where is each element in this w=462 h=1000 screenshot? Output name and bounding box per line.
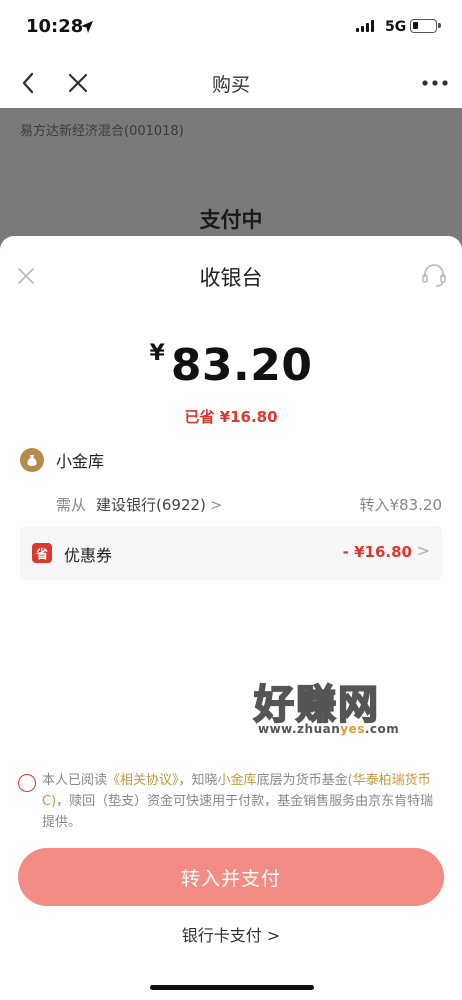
status-time: 10:28: [26, 16, 84, 37]
signal-icon: [356, 20, 374, 32]
saved-amount: 已省 ¥16.80: [184, 408, 278, 426]
transfer-prefix: 需从: [56, 496, 87, 514]
coupon-badge-icon: 省: [32, 543, 52, 563]
watermark-url: www.zhuanyes.com: [258, 722, 400, 736]
status-bar: 10:28 5G: [0, 0, 462, 58]
wallet-row[interactable]: 小金库: [20, 448, 104, 472]
agreement-link[interactable]: 《相关协议》: [107, 773, 179, 788]
coupon-discount: - ¥16.80: [342, 543, 412, 561]
payment-status: 支付中: [199, 208, 263, 232]
home-indicator[interactable]: [150, 985, 314, 990]
payment-amount: ¥83.20: [0, 340, 462, 391]
chevron-right-icon: >: [209, 496, 223, 514]
bank-card-name: 建设银行(6922): [96, 496, 206, 514]
checkout-sheet: 收银台 ¥83.20 已省 ¥16.80 小金库 需从 建设银行(6922) > 转…: [0, 236, 462, 1000]
site-watermark: 好赚网 www.zhuanyes.com: [253, 672, 448, 736]
wallet-link[interactable]: 小金库: [218, 773, 257, 788]
coupon-row[interactable]: 省 优惠券 - ¥16.80 >: [20, 526, 442, 580]
transfer-source-row[interactable]: 需从 建设银行(6922) > 转入¥83.20: [56, 494, 442, 514]
agreement-text: 本人已阅读《相关协议》，知晓小金库底层为货币基金(华泰柏瑞货币C)，赎回（垫支）…: [42, 773, 434, 830]
transfer-amount: 转入¥83.20: [359, 496, 443, 514]
more-dots-icon[interactable]: [420, 68, 450, 98]
chevron-right-icon: >: [416, 541, 430, 560]
money-bag-icon: [20, 448, 44, 472]
fund-name: 易方达新经济混合(001018): [20, 124, 184, 139]
currency-symbol: ¥: [149, 341, 165, 366]
location-arrow-icon: [80, 19, 94, 38]
network-label: 5G: [385, 19, 407, 35]
checkout-title: 收银台: [199, 266, 263, 290]
battery-icon: [410, 19, 441, 33]
customer-service-icon[interactable]: [418, 260, 450, 292]
nav-bar: 购买: [0, 58, 462, 108]
page-title: 购买: [211, 74, 250, 96]
agreement-checkbox[interactable]: [18, 774, 36, 792]
transfer-and-pay-button[interactable]: 转入并支付: [18, 848, 444, 906]
amount-value: 83.20: [170, 340, 313, 391]
wallet-name: 小金库: [56, 452, 105, 471]
bank-card-pay-link[interactable]: 银行卡支付 >: [0, 922, 462, 946]
coupon-label: 优惠券: [64, 546, 113, 565]
